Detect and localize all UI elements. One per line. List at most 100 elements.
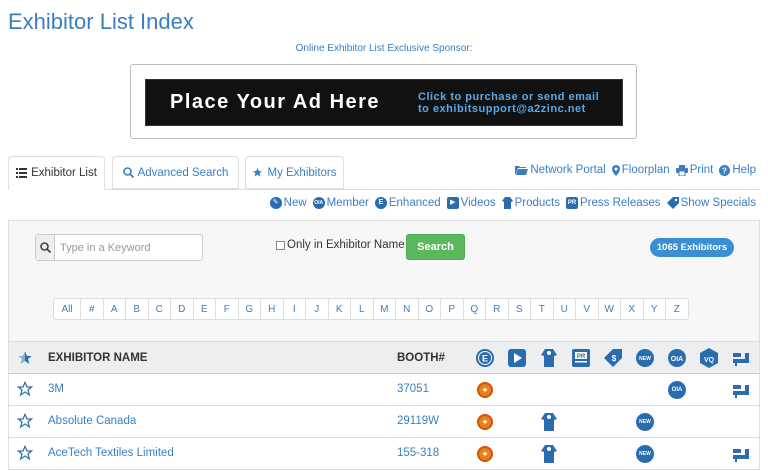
alphabet-filter-letter[interactable]: H	[260, 298, 284, 320]
top-links: Network Portal Floorplan Print ? Help	[515, 164, 756, 176]
legend-new[interactable]: ✎ New	[269, 197, 307, 209]
star-icon	[253, 167, 263, 177]
alphabet-filter-letter[interactable]: R	[485, 298, 509, 320]
alphabet-filter-letter[interactable]: Z	[665, 298, 689, 320]
table-header: EXHIBITOR NAME BOOTH# E PR $ NEW OIA VQ	[8, 342, 760, 374]
print-link[interactable]: Print	[675, 164, 713, 176]
alphabet-filter-letter[interactable]: N	[395, 298, 419, 320]
enhanced-badge: ★	[475, 380, 495, 400]
alphabet-filter-letter[interactable]: J	[305, 298, 329, 320]
page-title: Exhibitor List Index	[8, 9, 194, 34]
products-icon	[541, 413, 557, 431]
star-icon[interactable]	[17, 350, 33, 366]
favorite-star-icon[interactable]	[17, 381, 33, 397]
machine-icon	[733, 449, 749, 462]
enhanced-icon: ★	[477, 414, 493, 430]
legend-member[interactable]: OIA Member	[312, 197, 369, 209]
tab-exhibitor-list[interactable]: Exhibitor List	[8, 156, 105, 190]
products-icon	[501, 197, 513, 209]
booth-link[interactable]: 155-318	[397, 447, 439, 459]
booth-header[interactable]: BOOTH#	[397, 352, 445, 364]
svg-text:VQ: VQ	[704, 357, 715, 364]
exhibitor-name-link[interactable]: Absolute Canada	[48, 415, 136, 427]
member-icon: OIA	[312, 197, 325, 209]
alphabet-filter-letter[interactable]: F	[215, 298, 239, 320]
show-specials-icon: $	[603, 348, 623, 368]
alphabet-filter-letter[interactable]: T	[530, 298, 554, 320]
products-icon	[539, 348, 559, 368]
svg-text:$: $	[612, 354, 617, 363]
enhanced-badge: ★	[475, 444, 495, 464]
help-link[interactable]: ? Help	[719, 164, 756, 176]
alphabet-filter-letter[interactable]: D	[170, 298, 194, 320]
alphabet-filter-letter[interactable]: W	[597, 298, 621, 320]
alphabet-filter-letter[interactable]: X	[620, 298, 644, 320]
booth-link[interactable]: 37051	[397, 383, 429, 395]
exhibitor-name-link[interactable]: 3M	[48, 383, 64, 395]
sewing-icon: VQ	[699, 348, 719, 368]
products-badge	[539, 412, 559, 432]
alphabet-filter-letter[interactable]: #	[80, 298, 104, 320]
alphabet-filter-letter[interactable]: O	[417, 298, 441, 320]
products-icon	[541, 445, 557, 463]
tag-icon	[666, 197, 679, 209]
tab-divider	[8, 189, 760, 190]
alphabet-filter: All # A B C D E F G H I J K L M N O P Q R S T U V W X Y Z	[53, 298, 689, 320]
member-icon: OIA	[668, 381, 686, 399]
legend-videos[interactable]: ▶ Videos	[446, 197, 496, 209]
exhibitor-name-link[interactable]: AceTech Textiles Limited	[48, 447, 174, 459]
new-icon: NEW	[636, 413, 654, 431]
press-release-icon: PR	[571, 348, 591, 368]
alphabet-filter-letter[interactable]: I	[282, 298, 306, 320]
alphabet-filter-letter[interactable]: V	[575, 298, 599, 320]
tab-advanced-search[interactable]: Advanced Search	[112, 156, 239, 189]
favorite-star-icon[interactable]	[17, 445, 33, 461]
alphabet-filter-letter[interactable]: E	[192, 298, 216, 320]
search-icon	[39, 242, 51, 253]
svg-text:E: E	[482, 354, 488, 364]
alphabet-filter-letter[interactable]: All	[53, 298, 81, 320]
enhanced-icon: E	[374, 197, 387, 209]
map-marker-icon	[611, 164, 620, 176]
exhibitor-name-only-checkbox[interactable]	[276, 240, 285, 250]
search-group	[35, 234, 203, 261]
sponsor-label: Online Exhibitor List Exclusive Sponsor:	[295, 43, 473, 54]
legend-products[interactable]: Products	[501, 197, 560, 209]
ad-frame: Place Your Ad Here Click to purchase or …	[130, 64, 637, 139]
table-row: Absolute Canada 29119W ★ NEW	[8, 406, 760, 438]
legend-press-releases[interactable]: PR Press Releases	[566, 197, 661, 209]
alphabet-filter-letter[interactable]: L	[350, 298, 374, 320]
video-icon	[507, 348, 527, 368]
video-icon: ▶	[446, 197, 459, 209]
tab-my-exhibitors[interactable]: My Exhibitors	[245, 156, 344, 189]
alphabet-filter-letter[interactable]: U	[552, 298, 576, 320]
exhibitor-name-header[interactable]: EXHIBITOR NAME	[48, 352, 147, 364]
machine-icon	[733, 385, 749, 398]
svg-text:PR: PR	[577, 354, 586, 360]
press-release-icon: PR	[566, 197, 579, 209]
favorite-star-icon[interactable]	[17, 413, 33, 429]
alphabet-filter-letter[interactable]: K	[327, 298, 351, 320]
legend-enhanced[interactable]: E Enhanced	[374, 197, 441, 209]
legend-show-specials[interactable]: Show Specials	[666, 197, 756, 209]
svg-text:NEW: NEW	[639, 356, 651, 362]
alphabet-filter-letter[interactable]: M	[372, 298, 396, 320]
ad-banner[interactable]: Place Your Ad Here Click to purchase or …	[145, 79, 623, 126]
keyword-search-input[interactable]	[55, 235, 202, 260]
alphabet-filter-letter[interactable]: G	[237, 298, 261, 320]
alphabet-filter-letter[interactable]: C	[147, 298, 171, 320]
table-row: AceTech Textiles Limited 155-318 ★ NEW	[8, 438, 760, 470]
alphabet-filter-letter[interactable]: S	[507, 298, 531, 320]
enhanced-icon: ★	[477, 382, 493, 398]
search-button[interactable]: Search	[406, 234, 465, 260]
alphabet-filter-letter[interactable]: B	[125, 298, 149, 320]
alphabet-filter-letter[interactable]: Y	[642, 298, 666, 320]
exhibitor-name-only-toggle[interactable]: Only in Exhibitor Name	[276, 239, 405, 251]
alphabet-filter-letter[interactable]: A	[102, 298, 126, 320]
network-portal-link[interactable]: Network Portal	[515, 164, 606, 176]
ad-sub-line2: to exhibitsupport@a2zinc.net	[418, 102, 586, 115]
alphabet-filter-letter[interactable]: Q	[462, 298, 486, 320]
booth-link[interactable]: 29119W	[397, 415, 439, 427]
alphabet-filter-letter[interactable]: P	[440, 298, 464, 320]
floorplan-link[interactable]: Floorplan	[611, 164, 670, 176]
